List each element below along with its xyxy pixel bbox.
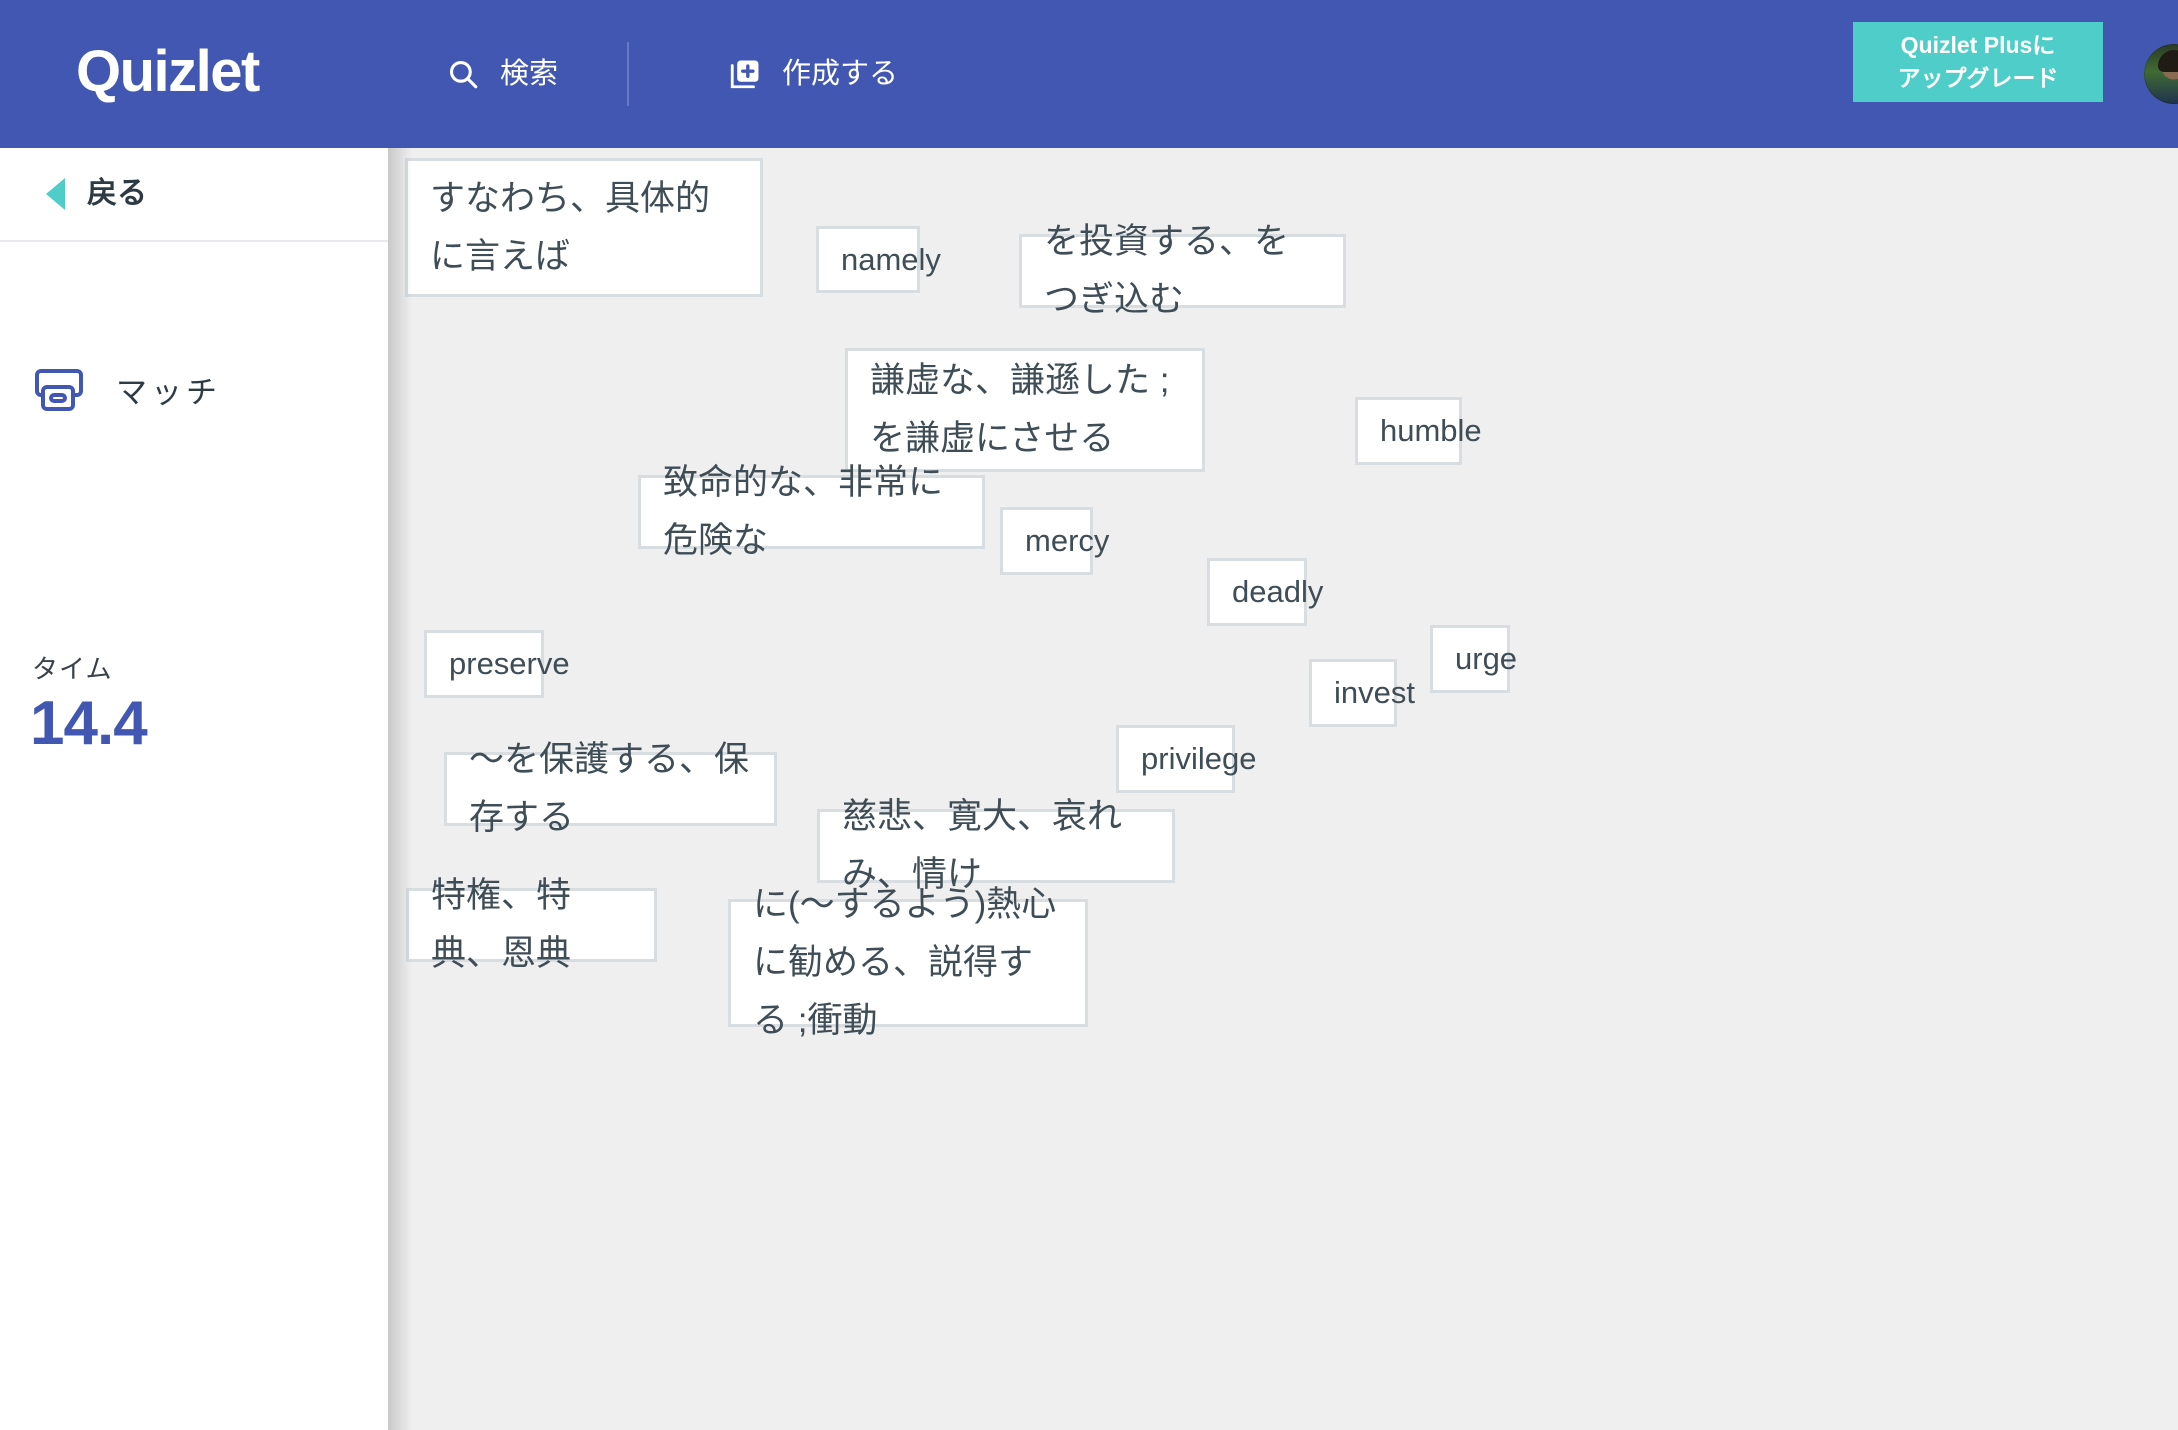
- top-header: Quizlet 検索 作成する Quizlet Plusに アップグレード: [0, 0, 2178, 148]
- match-card[interactable]: 慈悲、寛大、哀れみ、情け: [817, 797, 1175, 894]
- nav-search[interactable]: 検索: [446, 49, 558, 99]
- back-button[interactable]: 戻る: [0, 148, 388, 242]
- match-cards-icon: [34, 368, 90, 417]
- match-card-text: namely: [841, 241, 941, 277]
- match-card[interactable]: すなわち、具体的に言えば: [405, 158, 763, 297]
- upgrade-line-2: アップグレード: [1897, 65, 2059, 91]
- search-icon: [446, 57, 480, 91]
- match-card-text: 〜を保護する、保存する: [469, 740, 750, 837]
- match-card-text: 特権、特典、恩典: [431, 876, 572, 973]
- quizlet-logo[interactable]: Quizlet: [76, 36, 260, 108]
- match-card-text: を投資する、をつぎ込む: [1044, 222, 1290, 319]
- match-card[interactable]: namely: [816, 226, 941, 293]
- nav-create-label: 作成する: [782, 58, 899, 90]
- match-card-text: urge: [1455, 641, 1518, 676]
- match-card-text: humble: [1380, 413, 1482, 448]
- match-card-text: に(〜するよう)熱心に勧める、説得する ;衝動: [753, 885, 1057, 1040]
- match-card-text: 謙虚な、謙遜した ;を謙虚にさせる: [870, 361, 1170, 458]
- match-card-text: deadly: [1232, 574, 1324, 609]
- sidebar: 戻る マッチ タイム 14.4: [0, 148, 388, 1430]
- match-game-board: すなわち、具体的に言えば namely を投資する、をつぎ込む謙虚な、謙遜した ;を…: [388, 148, 2178, 1430]
- match-card[interactable]: humble: [1355, 397, 1482, 465]
- match-card-text: すなわち、具体的に言えば: [430, 178, 711, 276]
- match-card[interactable]: privilege: [1116, 725, 1256, 793]
- match-card[interactable]: mercy: [1000, 507, 1109, 575]
- back-button-label: 戻る: [87, 177, 147, 210]
- match-card-text: 致命的な、非常に危険な: [663, 463, 944, 560]
- quizlet-match-page: Quizlet 検索 作成する Quizlet Plusに アップグレード 戻る…: [0, 0, 2178, 1430]
- match-card[interactable]: deadly: [1207, 558, 1323, 626]
- match-card-text: invest: [1334, 675, 1415, 710]
- mode-indicator: マッチ: [34, 368, 221, 417]
- header-divider: [627, 42, 629, 106]
- match-card[interactable]: urge: [1430, 625, 1517, 693]
- match-card[interactable]: 〜を保護する、保存する: [444, 740, 777, 837]
- match-card-text: preserve: [449, 646, 570, 681]
- timer-value: 14.4: [30, 689, 148, 758]
- match-card-text: privilege: [1141, 741, 1257, 776]
- match-card[interactable]: 特権、特典、恩典: [406, 876, 657, 973]
- match-card[interactable]: preserve: [424, 630, 570, 698]
- match-card[interactable]: invest: [1309, 659, 1415, 727]
- timer-label: タイム: [32, 654, 113, 684]
- chevron-left-icon: [46, 178, 65, 210]
- match-card-text: mercy: [1025, 523, 1110, 558]
- nav-create[interactable]: 作成する: [728, 49, 898, 99]
- upgrade-button[interactable]: Quizlet Plusに アップグレード: [1853, 22, 2103, 102]
- match-card[interactable]: に(〜するよう)熱心に勧める、説得する ;衝動: [728, 885, 1088, 1040]
- upgrade-line-1: Quizlet Plusに: [1900, 32, 2056, 58]
- create-set-icon: [728, 57, 762, 91]
- match-card[interactable]: 致命的な、非常に危険な: [638, 463, 985, 560]
- nav-search-label: 検索: [500, 58, 559, 90]
- match-card[interactable]: を投資する、をつぎ込む: [1019, 222, 1346, 319]
- mode-label: マッチ: [116, 374, 221, 410]
- avatar[interactable]: [2144, 44, 2178, 104]
